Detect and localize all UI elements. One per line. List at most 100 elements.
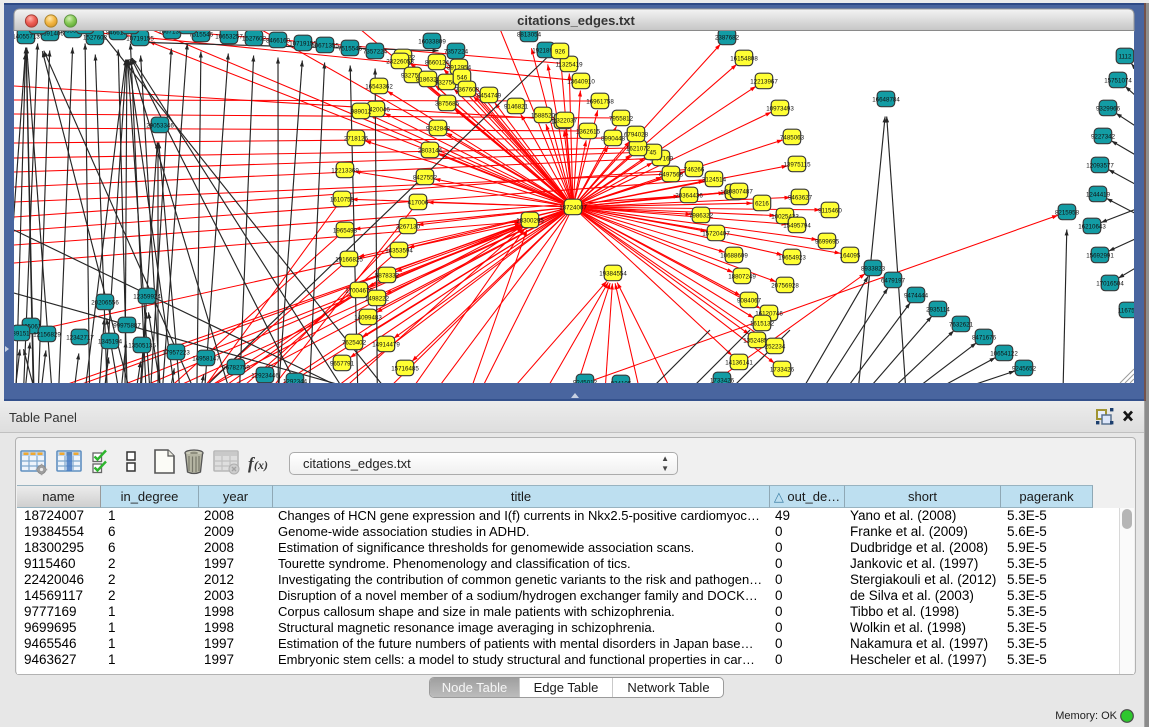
svg-text:7625402: 7625402 — [342, 339, 367, 346]
svg-text:1965498: 1965498 — [333, 227, 358, 234]
svg-text:3875685: 3875685 — [435, 100, 460, 107]
svg-text:12923446: 12923446 — [251, 372, 279, 379]
svg-text:10654122: 10654122 — [990, 350, 1018, 357]
svg-text:9699695: 9699695 — [815, 238, 840, 245]
svg-text:2367608: 2367608 — [455, 86, 480, 93]
svg-text:13640910: 13640910 — [567, 78, 595, 85]
svg-text:1322037: 1322037 — [553, 117, 578, 124]
svg-text:546: 546 — [457, 74, 468, 81]
svg-text:12093577: 12093577 — [1086, 162, 1114, 169]
svg-text:16210643: 16210643 — [1078, 223, 1106, 230]
svg-text:926: 926 — [555, 48, 566, 55]
svg-text:8933823: 8933823 — [861, 265, 886, 272]
svg-text:16033809: 16033809 — [418, 38, 446, 45]
svg-text:1362615: 1362615 — [576, 128, 601, 135]
svg-text:(x): (x) — [254, 458, 268, 472]
svg-text:1527602: 1527602 — [83, 34, 108, 41]
svg-text:14914479: 14914479 — [372, 341, 400, 348]
svg-text:746266: 746266 — [684, 166, 705, 173]
svg-text:14136141: 14136141 — [725, 359, 753, 366]
svg-text:7485063: 7485063 — [780, 134, 805, 141]
svg-text:9463627: 9463627 — [788, 194, 813, 201]
svg-text:6216: 6216 — [755, 200, 769, 207]
svg-text:10653257: 10653257 — [215, 33, 243, 40]
svg-text:2718126: 2718126 — [344, 135, 369, 142]
svg-text:15720407: 15720407 — [702, 230, 730, 237]
svg-text:989012: 989012 — [351, 108, 372, 115]
svg-text:45: 45 — [650, 149, 657, 156]
svg-text:1615132: 1615132 — [750, 320, 775, 327]
svg-text:9474444: 9474444 — [904, 292, 929, 299]
svg-text:20756928: 20756928 — [771, 282, 799, 289]
svg-text:1498222: 1498222 — [365, 295, 390, 302]
svg-text:16543362: 16543362 — [365, 83, 393, 90]
svg-text:2803144: 2803144 — [418, 147, 443, 154]
svg-text:1112: 1112 — [1119, 53, 1132, 60]
svg-text:9146821: 9146821 — [504, 103, 529, 110]
svg-text:15716485: 15716485 — [391, 365, 419, 372]
svg-text:12213369: 12213369 — [331, 167, 359, 174]
svg-text:11325419: 11325419 — [555, 61, 583, 68]
svg-text:7955812: 7955812 — [609, 115, 634, 122]
svg-text:18724007: 18724007 — [559, 204, 587, 211]
svg-text:10807487: 10807487 — [725, 188, 753, 195]
svg-text:20364436: 20364436 — [675, 192, 703, 199]
svg-text:9657791: 9657791 — [330, 360, 355, 367]
svg-text:8466160: 8466160 — [266, 37, 291, 44]
svg-text:15495794: 15495794 — [783, 222, 811, 229]
svg-text:1610755: 1610755 — [330, 196, 355, 203]
svg-text:12156829: 12156829 — [33, 331, 61, 338]
svg-text:18807249: 18807249 — [728, 273, 756, 280]
svg-text:19384554: 19384554 — [599, 270, 627, 277]
svg-text:5878332: 5878332 — [375, 272, 400, 279]
svg-text:9329966: 9329966 — [1096, 105, 1121, 112]
svg-text:20206556: 20206556 — [91, 299, 119, 306]
svg-text:23226058: 23226058 — [386, 58, 414, 65]
svg-text:16648784: 16648784 — [872, 96, 900, 103]
svg-text:16782759: 16782759 — [222, 364, 250, 371]
svg-text:17016504: 17016504 — [1096, 280, 1124, 287]
svg-text:9227342: 9227342 — [1091, 133, 1116, 140]
svg-text:2935114: 2935114 — [926, 306, 950, 313]
svg-text:8813054: 8813054 — [517, 31, 542, 38]
svg-text:14099483: 14099483 — [354, 314, 382, 321]
svg-text:15692991: 15692991 — [1086, 252, 1114, 259]
svg-text:8215958: 8215958 — [1055, 209, 1080, 216]
svg-text:1244419: 1244419 — [1086, 191, 1111, 198]
svg-text:1621072: 1621072 — [626, 145, 651, 152]
svg-text:10719155: 10719155 — [126, 35, 154, 42]
svg-text:8427552: 8427552 — [413, 174, 438, 181]
svg-text:7357224: 7357224 — [363, 48, 388, 55]
svg-text:12213967: 12213967 — [750, 78, 778, 85]
svg-text:6479197: 6479197 — [881, 277, 906, 284]
svg-text:19654923: 19654923 — [778, 254, 806, 261]
svg-text:14353594: 14353594 — [385, 247, 413, 254]
svg-text:252234: 252234 — [765, 343, 786, 350]
svg-text:10671355: 10671355 — [311, 42, 339, 49]
svg-text:7986322: 7986322 — [689, 212, 714, 219]
svg-text:164095: 164095 — [840, 252, 861, 259]
svg-text:8660124: 8660124 — [425, 59, 450, 66]
svg-text:417006: 417006 — [408, 199, 429, 206]
svg-text:1527602: 1527602 — [242, 35, 267, 42]
svg-text:29053346: 29053346 — [146, 122, 174, 129]
svg-text:18300295: 18300295 — [516, 217, 544, 224]
svg-text:12342717: 12342717 — [66, 334, 94, 341]
svg-text:9245652: 9245652 — [1012, 365, 1037, 372]
svg-text:10688609: 10688609 — [720, 252, 748, 259]
svg-text:1733426: 1733426 — [770, 366, 795, 373]
svg-text:citations_edges.txt: citations_edges.txt — [517, 13, 635, 28]
svg-text:12359924: 12359924 — [133, 293, 161, 300]
svg-text:13975115: 13975115 — [783, 161, 811, 168]
svg-text:6497568: 6497568 — [659, 171, 684, 178]
svg-text:8471676: 8471676 — [972, 334, 997, 341]
svg-text:99975887: 99975887 — [113, 322, 141, 329]
svg-text:10973493: 10973493 — [766, 105, 794, 112]
svg-text:9242848: 9242848 — [426, 125, 451, 132]
svg-text:9115460: 9115460 — [818, 207, 842, 214]
svg-text:3267130: 3267130 — [396, 223, 421, 230]
svg-text:3124514: 3124514 — [702, 176, 727, 183]
svg-text:39151: 39151 — [12, 330, 30, 337]
svg-text:7515546: 7515546 — [338, 45, 363, 52]
svg-text:19166825: 19166825 — [335, 256, 363, 263]
